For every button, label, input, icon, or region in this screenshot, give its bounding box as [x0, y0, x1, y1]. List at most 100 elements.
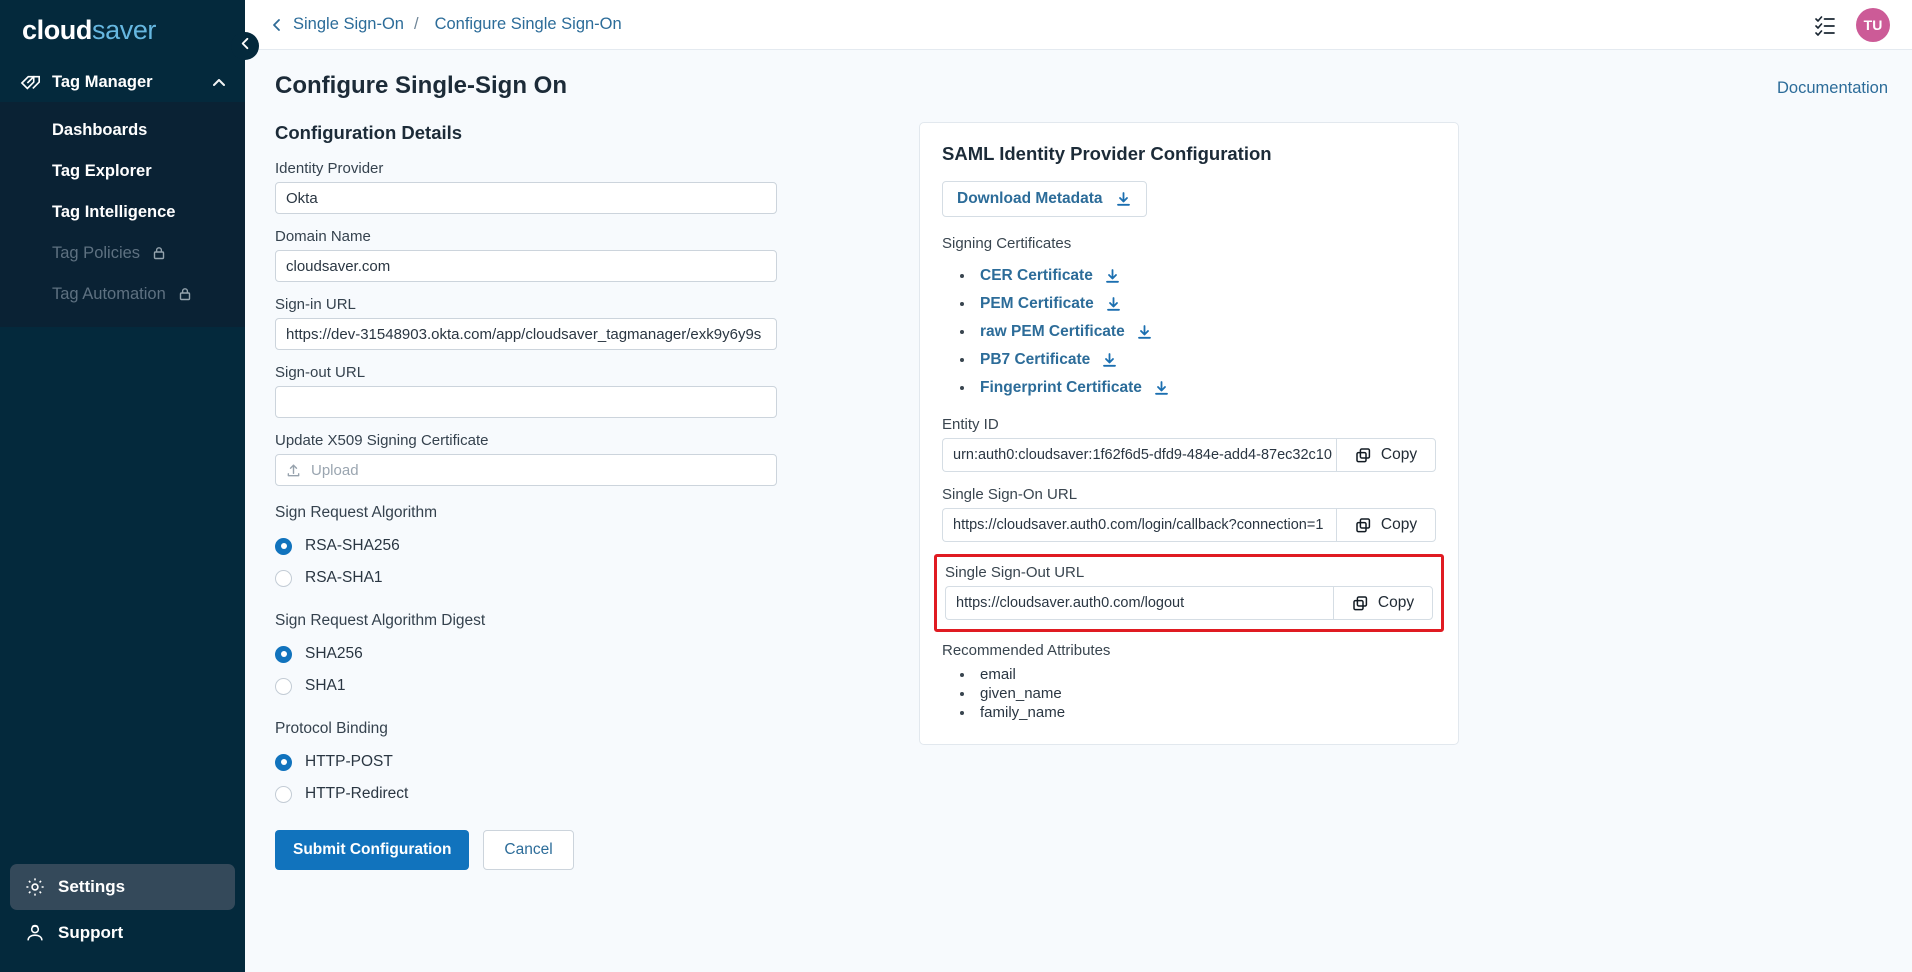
field-sign-in-url: Sign-in URL https://dev-31548903.okta.co… [275, 296, 805, 350]
entity-id-input[interactable]: urn:auth0:cloudsaver:1f62f6d5-dfd9-484e-… [942, 438, 1336, 472]
support-agent-icon [24, 922, 46, 944]
brand-logo[interactable]: cloudsaver [0, 0, 245, 64]
pb7-certificate-link[interactable]: PB7 Certificate [980, 351, 1090, 369]
submit-configuration-button[interactable]: Submit Configuration [275, 830, 469, 870]
sidebar-item-label: Dashboards [52, 121, 147, 140]
field-x509-upload: Update X509 Signing Certificate Upload [275, 432, 805, 486]
radio-icon[interactable] [275, 754, 292, 771]
sidebar-bottom-label: Support [58, 923, 123, 943]
gear-icon [24, 876, 46, 898]
brand-logo-part1: cloud [22, 15, 92, 45]
download-icon[interactable] [1136, 324, 1153, 341]
radio-label: HTTP-POST [305, 753, 393, 771]
copy-label: Copy [1381, 446, 1417, 464]
identity-provider-input[interactable]: Okta [275, 182, 777, 214]
breadcrumb-parent-link[interactable]: Single Sign-On [293, 15, 404, 34]
configuration-details-form: Configuration Details Identity Provider … [275, 122, 805, 870]
url-row: https://cloudsaver.auth0.com/logout Copy [945, 586, 1433, 620]
radio-option-http-redirect[interactable]: HTTP-Redirect [275, 778, 805, 810]
field-label: Sign-in URL [275, 296, 805, 313]
radio-label: SHA1 [305, 677, 346, 695]
sidebar-collapse-button[interactable] [231, 32, 259, 60]
tags-icon [20, 73, 42, 93]
top-bar: Single Sign-On / Configure Single Sign-O… [245, 0, 1912, 50]
radio-icon[interactable] [275, 678, 292, 695]
radio-option-rsa-sha1[interactable]: RSA-SHA1 [275, 562, 805, 594]
chevron-up-icon[interactable] [211, 75, 227, 91]
sidebar-group-tag-manager[interactable]: Tag Manager [0, 64, 245, 102]
radio-icon[interactable] [275, 538, 292, 555]
download-icon[interactable] [1101, 352, 1118, 369]
sidebar-item-settings[interactable]: Settings [10, 864, 235, 910]
sidebar: cloudsaver Tag Manager Dashboards Tag Ex… [0, 0, 245, 972]
saml-panel-title: SAML Identity Provider Configuration [942, 143, 1436, 165]
signing-certificates-label: Signing Certificates [942, 235, 1436, 252]
raw-pem-certificate-link[interactable]: raw PEM Certificate [980, 323, 1125, 341]
url-row: urn:auth0:cloudsaver:1f62f6d5-dfd9-484e-… [942, 438, 1436, 472]
radio-option-rsa-sha256[interactable]: RSA-SHA256 [275, 530, 805, 562]
single-sign-on-url-input[interactable]: https://cloudsaver.auth0.com/login/callb… [942, 508, 1336, 542]
saml-panel-wrapper: SAML Identity Provider Configuration Dow… [919, 122, 1459, 870]
checklist-icon[interactable] [1812, 12, 1838, 38]
recommended-attributes-label: Recommended Attributes [942, 642, 1436, 659]
list-item: PEM Certificate [942, 290, 1436, 318]
radio-option-http-post[interactable]: HTTP-POST [275, 746, 805, 778]
download-metadata-button[interactable]: Download Metadata [942, 181, 1147, 217]
radio-icon[interactable] [275, 646, 292, 663]
radio-label: SHA256 [305, 645, 363, 663]
url-label: Single Sign-On URL [942, 486, 1436, 503]
sidebar-item-support[interactable]: Support [10, 910, 235, 956]
field-identity-provider: Identity Provider Okta [275, 160, 805, 214]
list-item: PB7 Certificate [942, 346, 1436, 374]
single-sign-out-url-highlight: Single Sign-Out URL https://cloudsaver.a… [934, 554, 1444, 632]
copy-label: Copy [1378, 594, 1414, 612]
breadcrumb-back-icon[interactable] [267, 15, 287, 35]
download-icon[interactable] [1104, 268, 1121, 285]
sidebar-item-tag-intelligence[interactable]: Tag Intelligence [0, 192, 245, 233]
main-content: Single Sign-On / Configure Single Sign-O… [245, 0, 1912, 972]
avatar[interactable]: TU [1856, 8, 1890, 42]
list-item: raw PEM Certificate [942, 318, 1436, 346]
url-label: Entity ID [942, 416, 1436, 433]
sign-in-url-input[interactable]: https://dev-31548903.okta.com/app/clouds… [275, 318, 777, 350]
radio-label: RSA-SHA256 [305, 537, 400, 555]
cancel-button[interactable]: Cancel [483, 830, 573, 870]
copy-single-sign-on-url-button[interactable]: Copy [1336, 508, 1436, 542]
list-item: email [942, 665, 1436, 684]
sign-out-url-input[interactable] [275, 386, 777, 418]
documentation-link[interactable]: Documentation [1777, 79, 1888, 98]
field-label: Domain Name [275, 228, 805, 245]
copy-entity-id-button[interactable]: Copy [1336, 438, 1436, 472]
radio-group-sign-request-algorithm-digest: Sign Request Algorithm Digest SHA256 SHA… [275, 612, 805, 702]
page-header: Configure Single-Sign On Documentation [245, 50, 1912, 100]
entity-id-field: Entity ID urn:auth0:cloudsaver:1f62f6d5-… [942, 416, 1436, 472]
x509-upload-input[interactable]: Upload [275, 454, 777, 486]
brand-logo-part2: saver [92, 15, 156, 45]
cer-certificate-link[interactable]: CER Certificate [980, 267, 1093, 285]
pem-certificate-link[interactable]: PEM Certificate [980, 295, 1094, 313]
sidebar-item-dashboards[interactable]: Dashboards [0, 110, 245, 151]
breadcrumb-current: Configure Single Sign-On [435, 15, 622, 34]
field-sign-out-url: Sign-out URL [275, 364, 805, 418]
content-area: Configuration Details Identity Provider … [245, 100, 1912, 870]
radio-icon[interactable] [275, 570, 292, 587]
radio-icon[interactable] [275, 786, 292, 803]
sidebar-subnav: Dashboards Tag Explorer Tag Intelligence… [0, 102, 245, 327]
upload-icon [286, 463, 301, 478]
copy-icon [1355, 447, 1372, 464]
single-sign-out-url-input[interactable]: https://cloudsaver.auth0.com/logout [945, 586, 1333, 620]
sidebar-item-label: Tag Automation [52, 285, 166, 304]
copy-icon [1355, 517, 1372, 534]
sidebar-item-label: Tag Intelligence [52, 203, 175, 222]
download-icon[interactable] [1153, 380, 1170, 397]
sidebar-item-tag-explorer[interactable]: Tag Explorer [0, 151, 245, 192]
copy-single-sign-out-url-button[interactable]: Copy [1333, 586, 1433, 620]
radio-option-sha1[interactable]: SHA1 [275, 670, 805, 702]
fingerprint-certificate-link[interactable]: Fingerprint Certificate [980, 379, 1142, 397]
radio-option-sha256[interactable]: SHA256 [275, 638, 805, 670]
sidebar-bottom-nav: Settings Support [0, 864, 245, 972]
domain-name-input[interactable]: cloudsaver.com [275, 250, 777, 282]
radio-group-label: Protocol Binding [275, 720, 805, 738]
download-icon[interactable] [1105, 296, 1122, 313]
recommended-attributes-list: email given_name family_name [942, 665, 1436, 722]
